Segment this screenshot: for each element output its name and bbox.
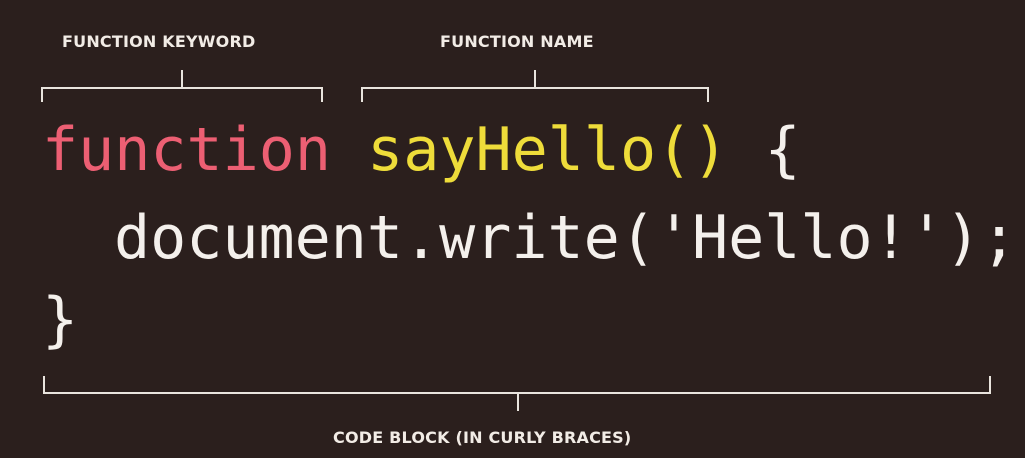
function-name-label: FUNCTION NAME (440, 32, 594, 51)
function-anatomy-diagram: FUNCTION KEYWORD FUNCTION NAME CODE BLOC… (0, 0, 1025, 458)
opening-brace: { (728, 115, 801, 185)
code-block-bracket (43, 376, 991, 411)
function-keyword-bracket (41, 70, 323, 102)
keyword-space (331, 115, 367, 185)
code-line-1: function sayHello() { (42, 120, 801, 180)
code-block-label: CODE BLOCK (IN CURLY BRACES) (333, 428, 632, 447)
code-line-2: document.write('Hello!'); (114, 203, 1018, 273)
function-name-bracket (361, 70, 709, 102)
function-name: sayHello() (367, 115, 729, 185)
function-keyword: function (42, 115, 331, 185)
function-keyword-label: FUNCTION KEYWORD (62, 32, 256, 51)
closing-brace: } (42, 285, 79, 355)
